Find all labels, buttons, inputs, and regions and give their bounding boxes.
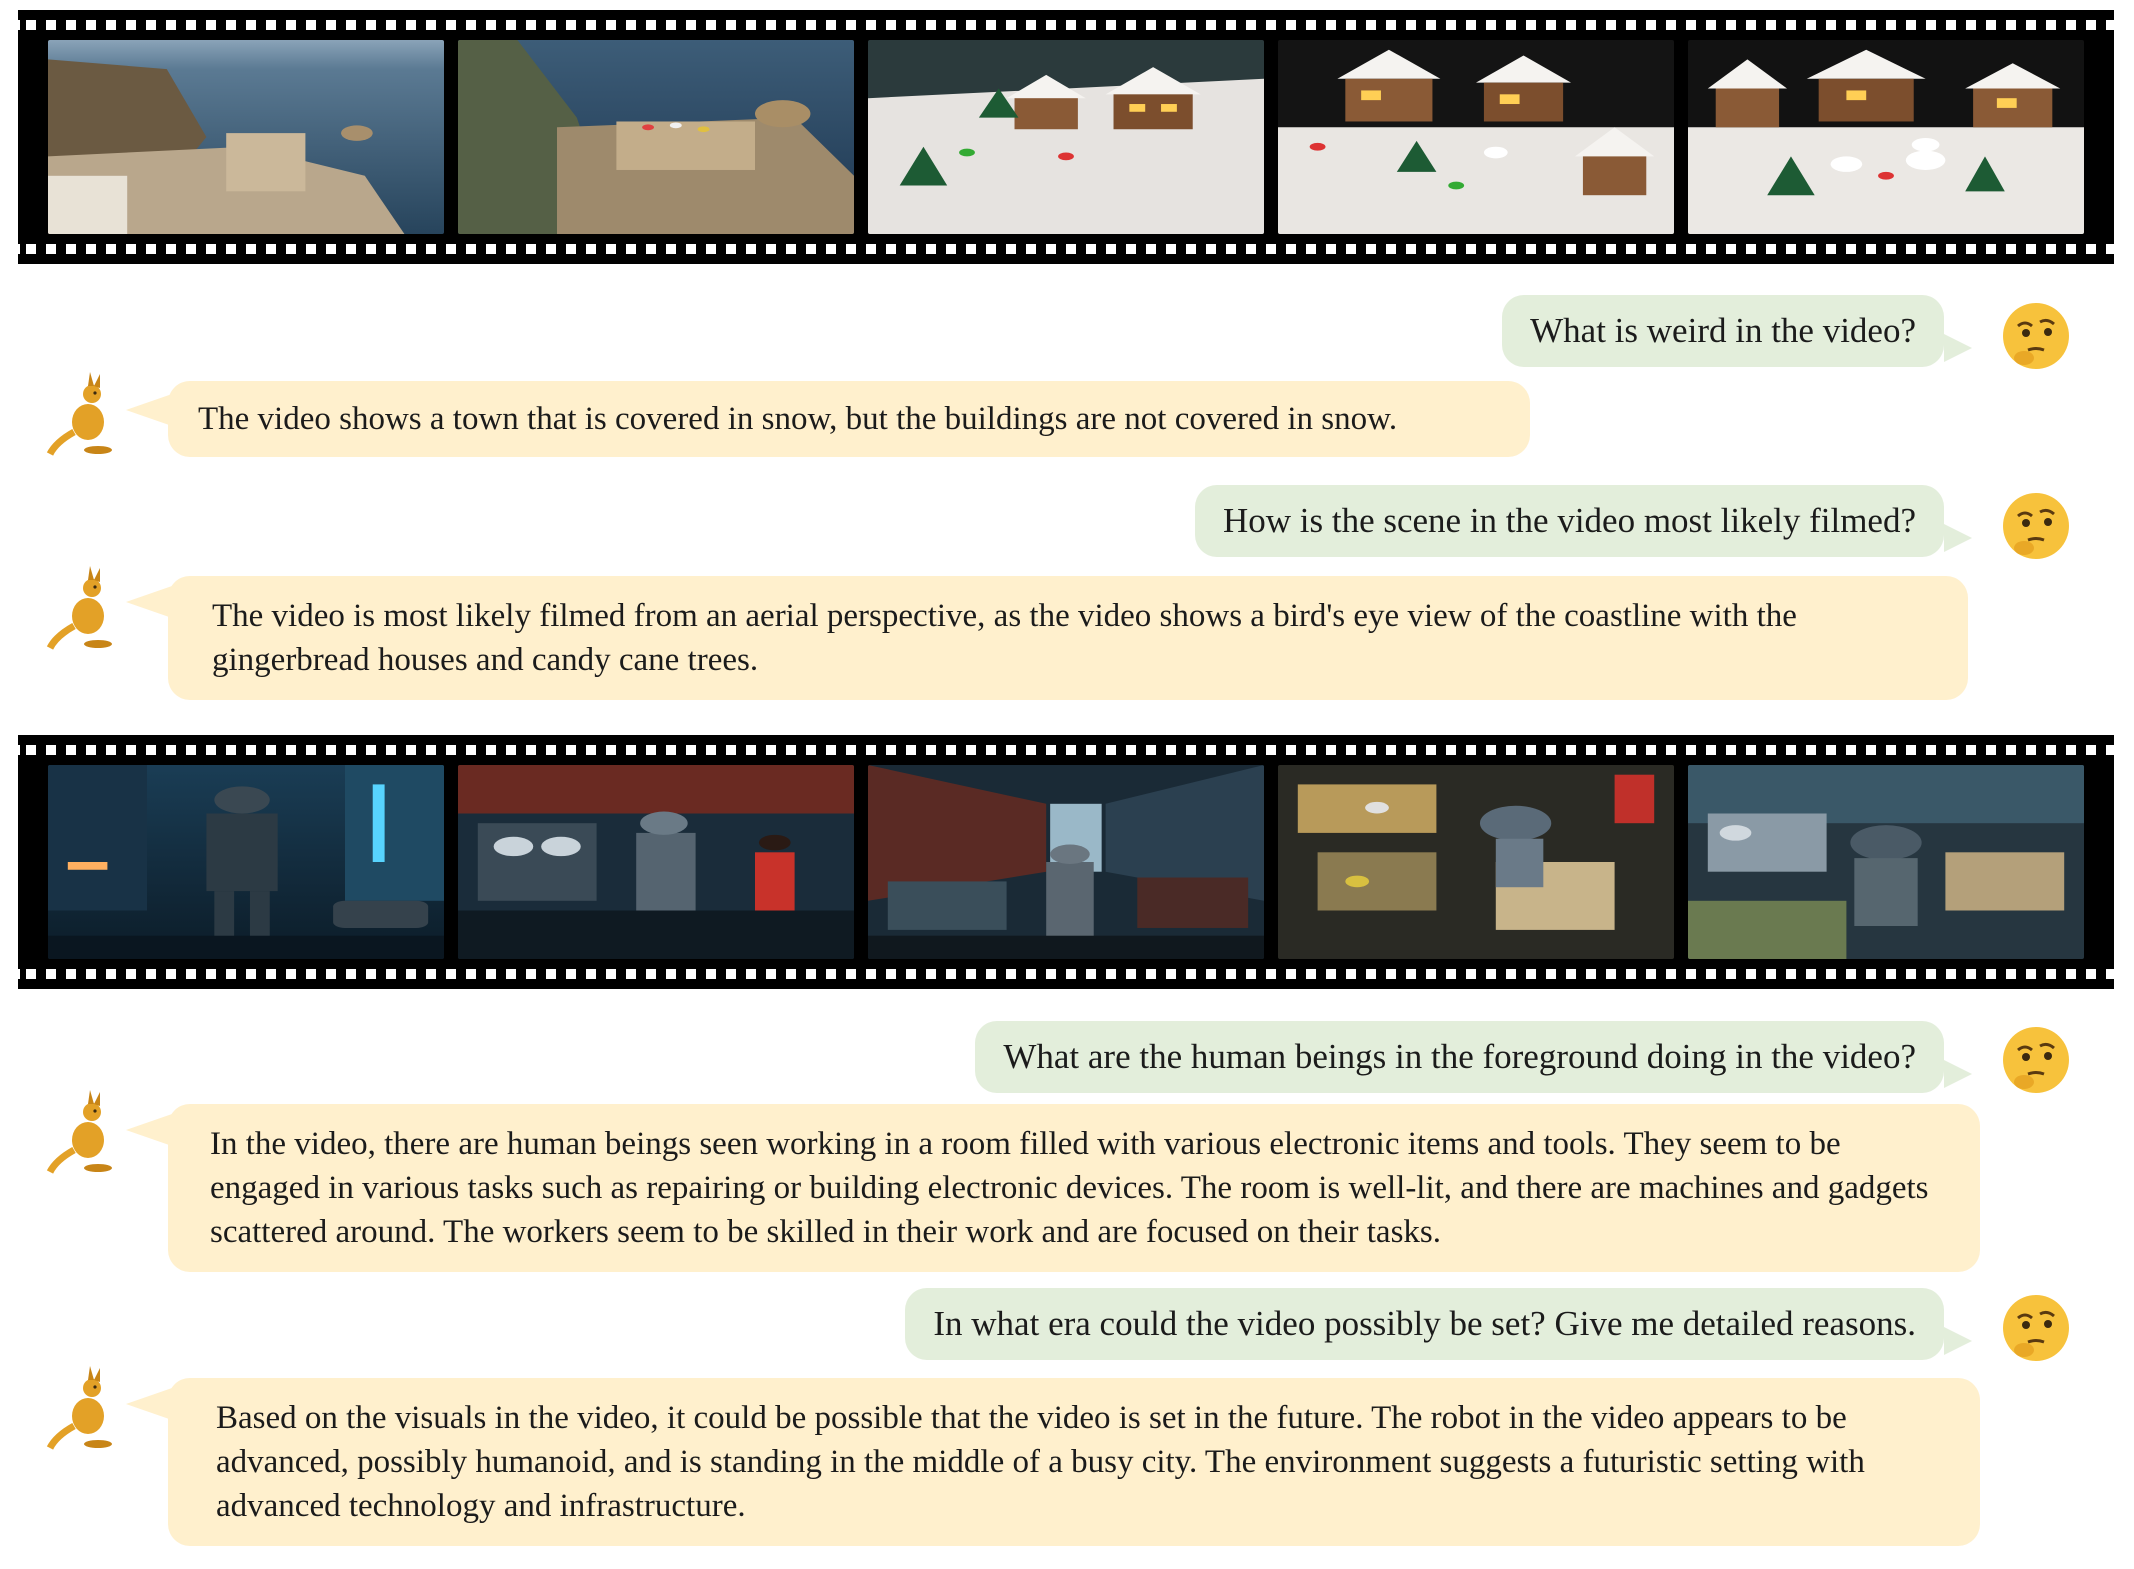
message-text: How is the scene in the video most likel… — [1222, 501, 1916, 540]
film-strip-1 — [18, 10, 2114, 264]
bubble-tail — [1944, 334, 1972, 362]
kangaroo-icon — [46, 372, 128, 456]
video-frame-coastal-castle — [458, 40, 854, 234]
kangaroo-icon — [46, 566, 128, 650]
assistant-bubble: Based on the visuals in the video, it co… — [168, 1378, 1980, 1546]
sprocket-holes-bottom — [18, 244, 2114, 254]
user-bubble: What are the human beings in the foregro… — [975, 1021, 1944, 1093]
sprocket-holes-top — [18, 745, 2114, 755]
bubble-tail — [1944, 1327, 1972, 1355]
video-frame-robot-workbench — [1688, 765, 2084, 959]
user-bubble: How is the scene in the video most likel… — [1194, 485, 1944, 557]
thinking-face-icon — [2000, 300, 2072, 372]
bubble-tail — [126, 1114, 172, 1146]
kangaroo-icon — [46, 1090, 128, 1174]
video-frame-gingerbread-coast — [868, 40, 1264, 234]
message-text: Based on the visuals in the video, it co… — [216, 1400, 1865, 1524]
bubble-tail — [1944, 1060, 1972, 1088]
bubble-tail — [1944, 524, 1972, 552]
message-text: What is weird in the video? — [1530, 311, 1916, 350]
assistant-bubble: The video is most likely filmed from an … — [168, 576, 1968, 700]
assistant-bubble: The video shows a town that is covered i… — [168, 381, 1530, 457]
message-text: The video is most likely filmed from an … — [212, 598, 1797, 678]
video-frame-coastline-aerial — [48, 40, 444, 234]
bubble-tail — [126, 586, 172, 618]
thinking-face-icon — [2000, 1024, 2072, 1096]
film-strip-2 — [18, 735, 2114, 989]
sprocket-holes-bottom — [18, 969, 2114, 979]
message-text: What are the human beings in the foregro… — [1003, 1037, 1916, 1076]
user-bubble: In what era could the video possibly be … — [905, 1288, 1944, 1360]
bubble-tail — [126, 1388, 172, 1420]
video-frame-gingerbread-village — [1278, 40, 1674, 234]
video-frame-market-alley — [868, 765, 1264, 959]
video-frame-gingerbread-snowmen — [1688, 40, 2084, 234]
assistant-bubble: In the video, there are human beings see… — [168, 1104, 1980, 1272]
message-text: In the video, there are human beings see… — [210, 1126, 1929, 1250]
message-text: The video shows a town that is covered i… — [198, 401, 1398, 437]
message-text: In what era could the video possibly be … — [933, 1304, 1916, 1343]
thinking-face-icon — [2000, 1292, 2072, 1364]
kangaroo-icon — [46, 1366, 128, 1450]
thinking-face-icon — [2000, 490, 2072, 562]
sprocket-holes-top — [18, 20, 2114, 30]
bubble-tail — [126, 394, 172, 426]
video-frame-robot-workshop — [458, 765, 854, 959]
user-bubble: What is weird in the video? — [1502, 295, 1944, 367]
video-frame-workbench-topdown — [1278, 765, 1674, 959]
video-frame-robot-city-street — [48, 765, 444, 959]
